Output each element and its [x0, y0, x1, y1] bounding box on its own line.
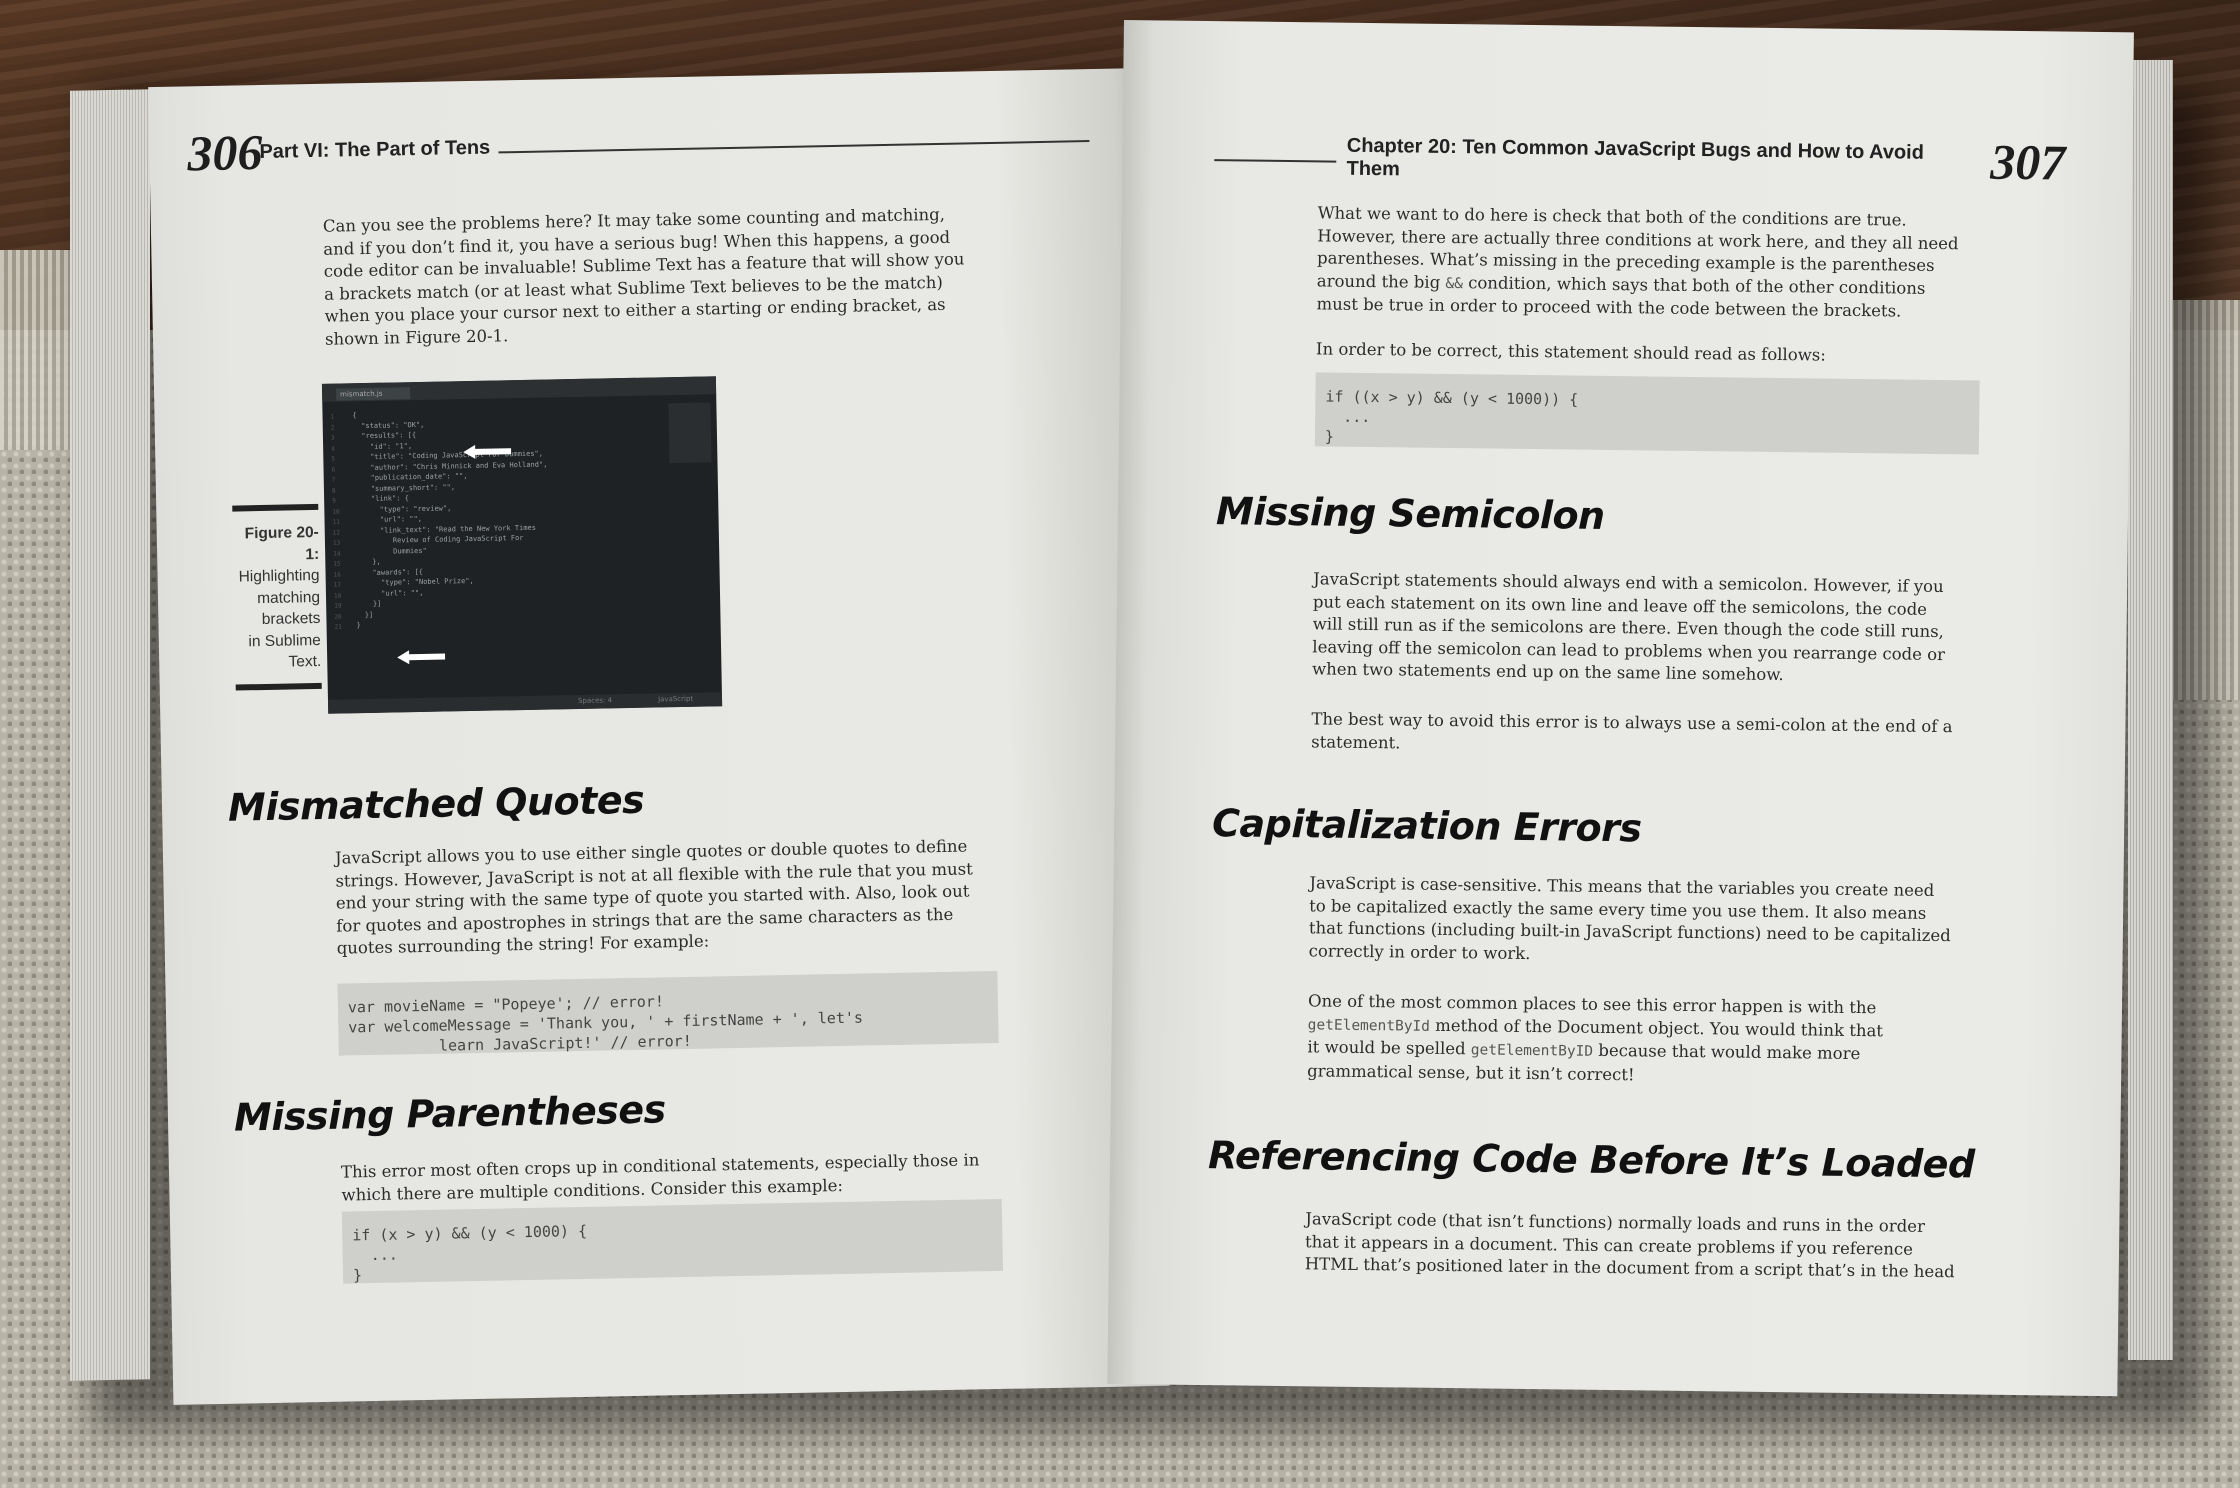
- left-page-number: 306: [186, 123, 263, 182]
- running-head-rule: [498, 139, 1090, 153]
- left-page: 306 Part VI: The Part of Tens Can you se…: [148, 68, 1170, 1405]
- referencing-code-paragraph: JavaScript code (that isn’t functions) n…: [1305, 1208, 2026, 1284]
- heading-mismatched-quotes: Mismatched Quotes: [227, 777, 645, 830]
- book-page-edges-right: [2128, 60, 2173, 1360]
- editor-line-numbers: 1234567 8 9 10 11 12 13 14 15 16 17 18 19 20 21: [330, 413, 342, 631]
- caption-line: matching: [256, 588, 321, 607]
- heading-missing-semicolon: Missing Semicolon: [1215, 489, 1605, 538]
- heading-missing-parentheses: Missing Parentheses: [233, 1087, 667, 1140]
- missing-semicolon-paragraph: JavaScript statements should always end …: [1312, 568, 2013, 689]
- right-page: Chapter 20: Ten Common JavaScript Bugs a…: [1107, 20, 2134, 1397]
- status-spaces: Spaces: 4: [577, 696, 613, 705]
- caption-line: brackets: [261, 609, 321, 629]
- caption-top-rule: [232, 503, 319, 512]
- caption-line: Text.: [288, 652, 322, 671]
- inline-code: &&: [1445, 275, 1464, 292]
- book-page-edges-left: [70, 89, 150, 1381]
- caption-line: in Sublime: [248, 631, 321, 650]
- capitalization-paragraph-2: One of the most common places to see thi…: [1307, 990, 2008, 1091]
- figure-20-1-screenshot: mismatch.js 1234567 8 9 10 11 12 13 14 15 16 17 1…: [321, 376, 723, 714]
- figure-caption: Figure 20-1: Highlighting matching brack…: [232, 503, 322, 691]
- editor-code: { "status": "OK", "results": [{ "id": "1…: [352, 408, 550, 632]
- capitalization-paragraph: JavaScript is case-sensitive. This means…: [1309, 872, 2010, 971]
- left-running-head: Part VI: The Part of Tens: [259, 125, 1090, 164]
- mismatched-quotes-paragraph: JavaScript allows you to use either sing…: [335, 834, 1037, 960]
- code-block-parentheses: if (x > y) && (y < 1000) { ... }: [341, 1198, 1004, 1284]
- editor-tab: mismatch.js: [336, 387, 411, 401]
- right-intro-paragraph: What we want to do here is check that bo…: [1316, 202, 2017, 324]
- editor-status-bar: Spaces: 4 JavaScript: [327, 692, 723, 714]
- caption-line: Highlighting: [238, 566, 320, 586]
- code-block-correct: if ((x > y) && (y < 1000)) { ... }: [1314, 372, 1980, 455]
- missing-semicolon-paragraph-2: The best way to avoid this error is to a…: [1311, 708, 2011, 762]
- right-running-head-text: Chapter 20: Ten Common JavaScript Bugs a…: [1346, 134, 1925, 181]
- figure-label: Figure 20-1:: [244, 523, 320, 563]
- inline-code: getElementByID: [1470, 1042, 1594, 1060]
- right-page-number: 307: [1989, 133, 2066, 191]
- running-head-rule: [1214, 159, 1337, 163]
- right-running-head: Chapter 20: Ten Common JavaScript Bugs a…: [1214, 133, 1975, 188]
- arrow-left-icon: [463, 444, 512, 459]
- heading-capitalization-errors: Capitalization Errors: [1211, 801, 1642, 851]
- left-running-head-text: Part VI: The Part of Tens: [259, 136, 491, 163]
- code-block-quotes: var movieName = "Popeye'; // error! var …: [337, 970, 999, 1056]
- heading-referencing-code: Referencing Code Before It’s Loaded: [1207, 1133, 1975, 1187]
- editor-minimap: [668, 402, 712, 464]
- rug-fringe-left: [0, 250, 70, 450]
- left-intro-paragraph: Can you see the problems here? It may ta…: [323, 202, 1025, 350]
- inline-code: getElementById: [1307, 1016, 1431, 1035]
- editor-tab-bar: mismatch.js: [321, 376, 717, 402]
- arrow-left-icon: [397, 650, 446, 665]
- caption-bottom-rule: [235, 682, 322, 691]
- status-language: JavaScript: [657, 694, 694, 704]
- missing-parentheses-paragraph: This error most often crops up in condit…: [341, 1148, 1042, 1206]
- correct-statement-line: In order to be correct, this statement s…: [1315, 339, 1826, 365]
